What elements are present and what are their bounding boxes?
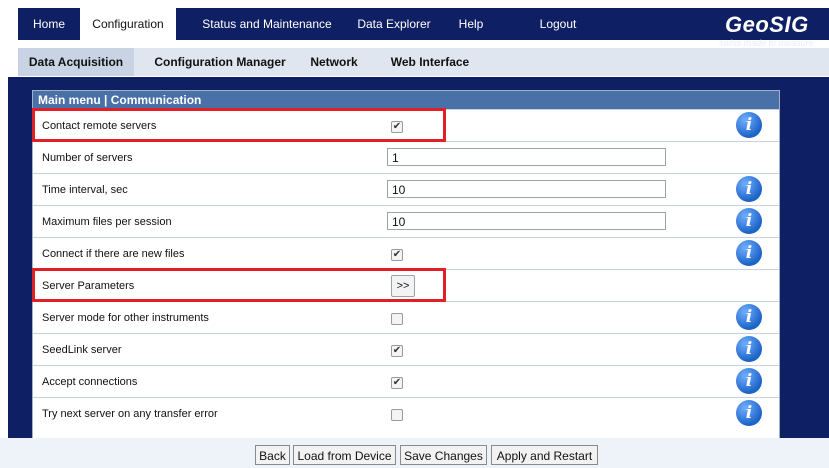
subtab-configuration-manager[interactable]: Configuration Manager: [150, 48, 290, 76]
panel-title: Main menu | Communication: [33, 91, 779, 109]
info-icon[interactable]: i: [736, 176, 762, 202]
setting-row-maximum-files: Maximum files per session 10 i: [33, 205, 779, 237]
info-icon[interactable]: i: [736, 304, 762, 330]
nav-tab-data-explorer[interactable]: Data Explorer: [346, 8, 442, 40]
check-icon: ✔: [392, 345, 402, 356]
setting-label: Number of servers: [42, 152, 133, 164]
info-icon[interactable]: i: [736, 240, 762, 266]
setting-label: Server mode for other instruments: [42, 312, 209, 324]
number-of-servers-input[interactable]: 1: [387, 148, 666, 166]
setting-label: Contact remote servers: [42, 120, 157, 132]
main-navigation: Home Configuration Status and Maintenanc…: [18, 8, 829, 48]
nav-tab-home[interactable]: Home: [18, 8, 80, 40]
setting-label: Server Parameters: [42, 280, 135, 292]
nav-tab-configuration[interactable]: Configuration: [80, 8, 176, 48]
setting-row-contact-remote-servers: Contact remote servers ✔ i: [33, 109, 779, 141]
setting-row-server-parameters: Server Parameters >>: [33, 269, 779, 301]
info-icon[interactable]: i: [736, 208, 762, 234]
geosig-logo: GeoSIG swiss made to measure: [713, 12, 823, 52]
subtab-network[interactable]: Network: [304, 48, 364, 76]
contact-remote-servers-checkbox[interactable]: ✔: [391, 121, 403, 133]
check-icon: ✔: [392, 249, 402, 260]
setting-label: Time interval, sec: [42, 184, 128, 196]
check-icon: ✔: [392, 121, 402, 132]
setting-row-number-of-servers: Number of servers 1: [33, 141, 779, 173]
setting-label: Accept connections: [42, 376, 138, 388]
setting-row-time-interval: Time interval, sec 10 i: [33, 173, 779, 205]
setting-row-server-mode: Server mode for other instruments i: [33, 301, 779, 333]
nav-tab-status-maintenance[interactable]: Status and Maintenance: [188, 8, 346, 40]
back-button[interactable]: Back: [255, 445, 290, 465]
setting-label: SeedLink server: [42, 344, 122, 356]
try-next-server-checkbox[interactable]: [391, 409, 403, 421]
info-icon[interactable]: i: [736, 112, 762, 138]
apply-and-restart-button[interactable]: Apply and Restart: [491, 445, 598, 465]
nav-tab-logout[interactable]: Logout: [518, 8, 598, 40]
communication-panel: Main menu | Communication Contact remote…: [32, 90, 780, 440]
maximum-files-input[interactable]: 10: [387, 212, 666, 230]
setting-label: Try next server on any transfer error: [42, 408, 218, 420]
server-mode-checkbox[interactable]: [391, 313, 403, 325]
time-interval-input[interactable]: 10: [387, 180, 666, 198]
accept-connections-checkbox[interactable]: ✔: [391, 377, 403, 389]
logo-tagline: swiss made to measure: [719, 38, 814, 48]
subtab-web-interface[interactable]: Web Interface: [380, 48, 480, 76]
setting-row-seedlink-server: SeedLink server ✔ i: [33, 333, 779, 365]
setting-row-connect-new-files: Connect if there are new files ✔ i: [33, 237, 779, 269]
sub-navigation: Data Acquisition Configuration Manager N…: [18, 48, 829, 76]
setting-row-try-next-server: Try next server on any transfer error i: [33, 397, 779, 439]
subtab-data-acquisition[interactable]: Data Acquisition: [18, 48, 134, 76]
nav-tab-help[interactable]: Help: [442, 8, 500, 40]
info-icon[interactable]: i: [736, 368, 762, 394]
server-parameters-button[interactable]: >>: [391, 275, 415, 297]
connect-new-files-checkbox[interactable]: ✔: [391, 249, 403, 261]
setting-row-accept-connections: Accept connections ✔ i: [33, 365, 779, 397]
info-icon[interactable]: i: [736, 400, 762, 426]
setting-label: Maximum files per session: [42, 216, 172, 228]
logo-wordmark: GeoSIG: [725, 12, 809, 37]
setting-label: Connect if there are new files: [42, 248, 185, 260]
check-icon: ✔: [392, 377, 402, 388]
top-bar: Home Configuration Status and Maintenanc…: [0, 0, 829, 50]
info-icon[interactable]: i: [736, 336, 762, 362]
save-changes-button[interactable]: Save Changes: [400, 445, 487, 465]
seedlink-server-checkbox[interactable]: ✔: [391, 345, 403, 357]
load-from-device-button[interactable]: Load from Device: [293, 445, 396, 465]
